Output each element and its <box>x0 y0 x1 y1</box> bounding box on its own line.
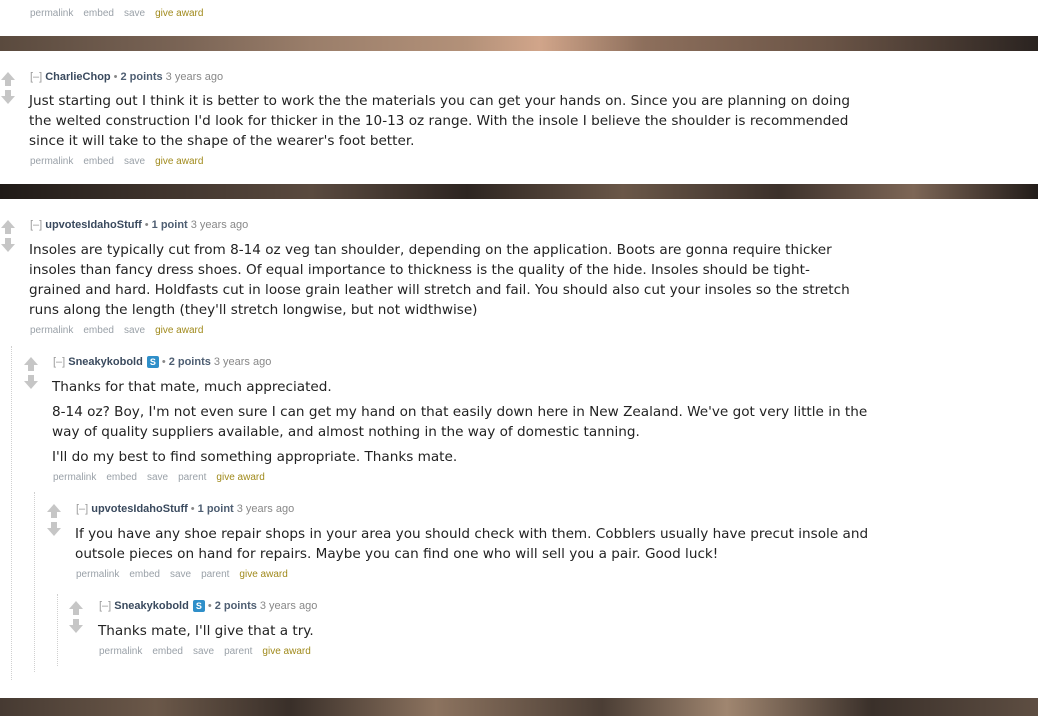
comment-body: Thanks for that mate, much appreciated. … <box>52 377 882 467</box>
upvote-icon[interactable] <box>24 357 38 371</box>
collapse-toggle[interactable]: [–] <box>30 71 42 83</box>
embed-link[interactable]: embed <box>83 156 114 167</box>
submitter-badge: S <box>146 356 159 368</box>
thread-line <box>57 594 58 666</box>
comment-buttons: permalink embed save give award <box>30 325 213 336</box>
collapse-toggle[interactable]: [–] <box>76 503 88 515</box>
background-image-strip <box>0 184 1038 199</box>
save-link[interactable]: save <box>124 8 145 19</box>
parent-link[interactable]: parent <box>178 472 206 483</box>
comment-paragraph: If you have any shoe repair shops in you… <box>75 526 869 562</box>
embed-link[interactable]: embed <box>129 569 160 580</box>
save-link[interactable]: save <box>170 569 191 580</box>
parent-link[interactable]: parent <box>201 569 229 580</box>
permalink-link[interactable]: permalink <box>76 569 119 580</box>
author-link[interactable]: Sneakykobold <box>114 600 189 612</box>
background-image-strip <box>0 36 1038 51</box>
timestamp: 3 years ago <box>236 503 295 515</box>
upvote-icon[interactable] <box>1 72 15 86</box>
comment-paragraph: Thanks for that mate, much appreciated. <box>52 379 332 395</box>
comment-body: Just starting out I think it is better t… <box>29 91 859 151</box>
embed-link[interactable]: embed <box>83 8 114 19</box>
comment-buttons: permalink embed save give award <box>30 156 213 167</box>
permalink-link[interactable]: permalink <box>30 8 73 19</box>
downvote-icon[interactable] <box>47 522 61 536</box>
comment-paragraph: 8-14 oz? Boy, I'm not even sure I can ge… <box>52 404 868 440</box>
score: 1 point <box>151 219 188 231</box>
thread-line <box>34 492 35 672</box>
score: 2 points <box>168 356 211 368</box>
comment-buttons: permalink embed save give award <box>30 8 213 19</box>
timestamp: 3 years ago <box>259 600 318 612</box>
score: 1 point <box>197 503 234 515</box>
parent-link[interactable]: parent <box>224 646 252 657</box>
comment-paragraph: Thanks mate, I'll give that a try. <box>98 623 314 639</box>
author-link[interactable]: upvotesIdahoStuff <box>91 503 188 515</box>
permalink-link[interactable]: permalink <box>53 472 96 483</box>
upvote-icon[interactable] <box>69 601 83 615</box>
comment-body: Insoles are typically cut from 8-14 oz v… <box>29 240 859 320</box>
comment-body: If you have any shoe repair shops in you… <box>75 524 905 564</box>
comment-buttons: permalink embed save parent give award <box>99 646 321 657</box>
comment-paragraph: Insoles are typically cut from 8-14 oz v… <box>29 242 850 318</box>
give-award-link[interactable]: give award <box>262 646 310 657</box>
timestamp: 3 years ago <box>190 219 249 231</box>
comment-paragraph: Just starting out I think it is better t… <box>29 93 850 149</box>
give-award-link[interactable]: give award <box>239 569 287 580</box>
downvote-icon[interactable] <box>1 90 15 104</box>
author-link[interactable]: upvotesIdahoStuff <box>45 219 142 231</box>
collapse-toggle[interactable]: [–] <box>53 356 65 368</box>
comment-buttons: permalink embed save parent give award <box>76 569 298 580</box>
embed-link[interactable]: embed <box>83 325 114 336</box>
give-award-link[interactable]: give award <box>155 156 203 167</box>
thread-line <box>11 346 12 680</box>
comment-buttons: permalink embed save parent give award <box>53 472 275 483</box>
permalink-link[interactable]: permalink <box>99 646 142 657</box>
timestamp: 3 years ago <box>213 356 272 368</box>
give-award-link[interactable]: give award <box>155 325 203 336</box>
author-link[interactable]: CharlieChop <box>45 71 110 83</box>
score: 2 points <box>120 71 163 83</box>
collapse-toggle[interactable]: [–] <box>99 600 111 612</box>
save-link[interactable]: save <box>124 325 145 336</box>
save-link[interactable]: save <box>193 646 214 657</box>
score: 2 points <box>214 600 257 612</box>
comment-tagline: [–] upvotesIdahoStuff • 1 point 3 years ago <box>76 503 295 515</box>
comment-tagline: [–] Sneakykobold S • 2 points 3 years ago <box>99 600 318 612</box>
upvote-icon[interactable] <box>1 220 15 234</box>
save-link[interactable]: save <box>124 156 145 167</box>
upvote-icon[interactable] <box>47 504 61 518</box>
comment-body: Thanks mate, I'll give that a try. <box>98 621 928 641</box>
embed-link[interactable]: embed <box>106 472 137 483</box>
downvote-icon[interactable] <box>69 619 83 633</box>
downvote-icon[interactable] <box>1 238 15 252</box>
submitter-badge: S <box>192 600 205 612</box>
background-image-strip <box>0 698 1038 716</box>
collapse-toggle[interactable]: [–] <box>30 219 42 231</box>
permalink-link[interactable]: permalink <box>30 325 73 336</box>
comment-tagline: [–] Sneakykobold S • 2 points 3 years ago <box>53 356 272 368</box>
author-link[interactable]: Sneakykobold <box>68 356 143 368</box>
downvote-icon[interactable] <box>24 375 38 389</box>
comment-tagline: [–] CharlieChop • 2 points 3 years ago <box>30 71 224 83</box>
comment-paragraph: I'll do my best to find something approp… <box>52 449 458 465</box>
timestamp: 3 years ago <box>165 71 224 83</box>
permalink-link[interactable]: permalink <box>30 156 73 167</box>
embed-link[interactable]: embed <box>152 646 183 657</box>
give-award-link[interactable]: give award <box>216 472 264 483</box>
comment-tagline: [–] upvotesIdahoStuff • 1 point 3 years ago <box>30 219 249 231</box>
give-award-link[interactable]: give award <box>155 8 203 19</box>
save-link[interactable]: save <box>147 472 168 483</box>
